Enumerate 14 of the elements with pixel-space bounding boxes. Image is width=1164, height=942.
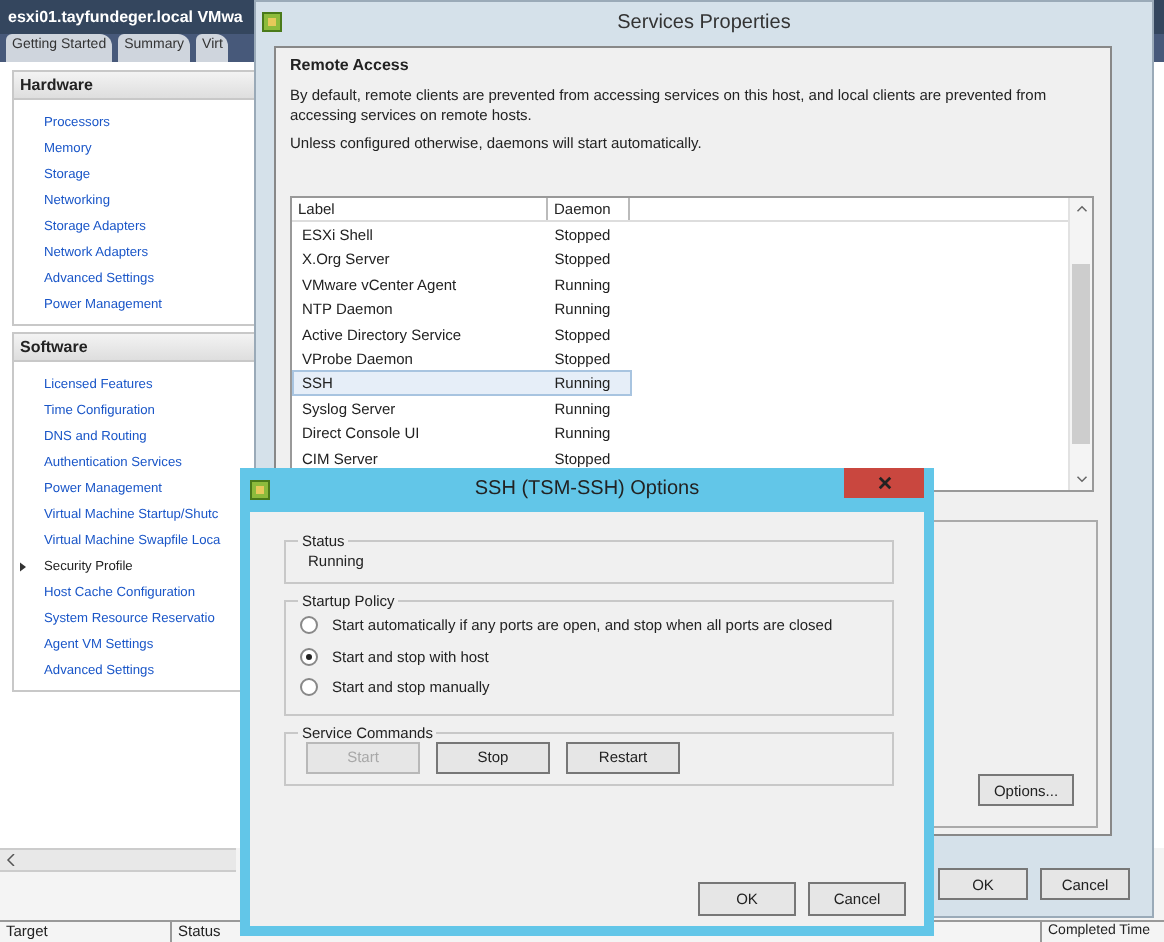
scrollbar-thumb[interactable] xyxy=(1072,264,1090,444)
window-title: Services Properties xyxy=(617,11,791,33)
close-icon[interactable] xyxy=(877,476,891,490)
arrow-icon xyxy=(20,562,26,572)
vertical-scrollbar[interactable] xyxy=(1068,198,1092,490)
app-icon xyxy=(250,480,270,500)
radio-button[interactable] xyxy=(300,616,318,635)
close-button[interactable] xyxy=(844,468,924,498)
app-icon xyxy=(262,12,282,32)
horizontal-scrollbar[interactable] xyxy=(0,848,236,872)
dialog-title: SSH (TSM-SSH) Options xyxy=(474,478,700,500)
section-title: Remote Access xyxy=(290,56,411,74)
radio-button[interactable] xyxy=(300,678,318,697)
radio-button[interactable] xyxy=(300,647,318,666)
